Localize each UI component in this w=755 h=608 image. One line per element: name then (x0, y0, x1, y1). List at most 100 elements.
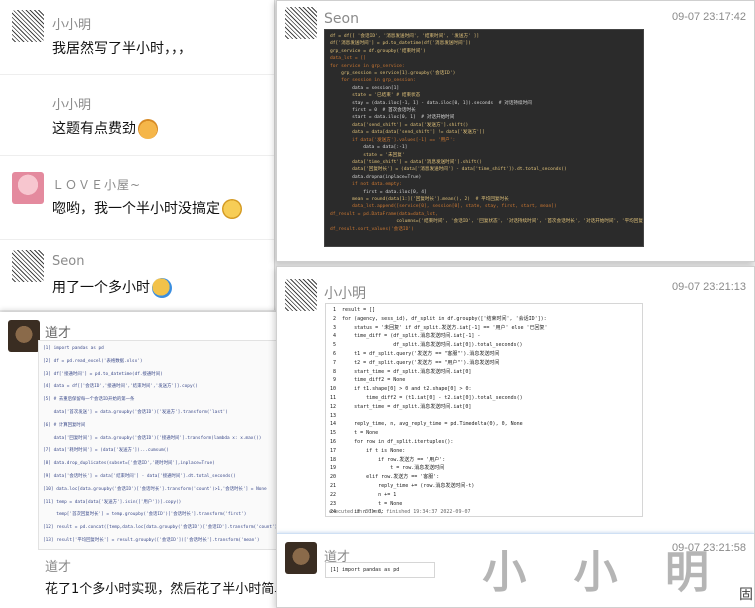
code-line: [5] # 去重后保留每一个会话ID开始的第一条 (43, 397, 135, 403)
laugh-emoji-icon (152, 278, 172, 298)
code-line: data_lst = [] (330, 56, 366, 62)
code-line: 19 t = row.消息发送时间 (330, 465, 445, 472)
execution-note: executed in 301ms, finished 19:34:37 202… (329, 509, 471, 515)
code-screenshot[interactable]: 1 result = [] 2 for (agency, sess_id), d… (325, 303, 643, 517)
code-line: [10] data.loc[data.groupby('会话ID')['会话时长… (43, 486, 267, 492)
message-item: 小小明 这题有点费劲 (0, 86, 274, 156)
code-line: first = 0 # 首次会话时长 (330, 108, 416, 114)
code-line: df_result = pd.DataFrame(data=data_lst, (330, 211, 438, 217)
chat-panel-left: 小小明 我居然写了半小时，，， 小小明 这题有点费劲 ＬＯＶＥ小屋~ 唿哟，我一… (0, 0, 275, 310)
code-line: state = '未回复' (330, 152, 405, 158)
code-line: grp_service = df.groupby('结束时间') (330, 48, 426, 54)
code-line: 11 time_diff2 = (t1.iat[0] - t2.iat[0]).… (330, 394, 523, 401)
code-line: df = df[[ '会话ID', '消息发送时间', '结束时间', '发送方… (330, 34, 480, 39)
message-text-content: 这题有点费劲 (52, 121, 136, 137)
message-text: 用了一个多小时 (52, 277, 172, 298)
code-line: 12 start_time = df_split.消息发送时间.iat[0] (330, 403, 472, 410)
sender-name: 小小明 (52, 98, 92, 113)
sweat-emoji-icon (138, 119, 158, 139)
chat-panel-right-top: Seon 09-07 23:17:42 df = df[[ '会话ID', '消… (276, 0, 755, 262)
code-line: [6] # 计算回复时间 (43, 422, 86, 428)
code-line: data = data[:-1] (330, 145, 408, 151)
sender-name: Seon (52, 254, 85, 269)
code-line: 8 start_time = df_split.消息发送时间.iat[0] (330, 368, 472, 375)
code-line: [14] result.drop_duplicates(subset=['会话I… (43, 548, 274, 549)
avatar[interactable] (8, 320, 40, 352)
code-line: stay = (data.iloc[-1, 1] - data.iloc[0, … (330, 100, 532, 106)
code-line: data_lst.append([service[0], session[0],… (330, 204, 557, 210)
code-line: [13] result['平均回复时长'] = result.groupby([… (43, 537, 260, 543)
avatar[interactable] (285, 7, 317, 39)
code-line: 18 if row.发送方 == '用户': (330, 456, 446, 463)
code-line: [11] temp = data[data['发送方'].isin(['用户']… (43, 499, 182, 505)
code-line: data['time_shift'] = data['消息发送时间'].shif… (330, 159, 483, 165)
code-line: 9 time_diff2 = None (330, 377, 406, 384)
code-line: 14 reply_time, n, avg_reply_time = pd.Ti… (330, 421, 523, 428)
code-line: mean = round(data[1:]['回复时长'].mean(), 2)… (330, 196, 509, 202)
edge-text: 固 (739, 587, 753, 603)
sender-name: 小小明 (52, 18, 92, 33)
cry-emoji-icon (222, 199, 242, 219)
chat-panel-mid: 道才 [1] import pandas as pd [2] df = pd.re… (0, 312, 279, 608)
code-line: for service in grp_service: (330, 63, 405, 69)
code-line: df_result.sort_values('会话ID') (330, 226, 414, 232)
message-text: 这题有点费劲 (52, 118, 158, 139)
message-text: 唿哟，我一个半小时没搞定 (52, 198, 242, 219)
avatar[interactable] (285, 542, 317, 574)
code-line: 5 df_split.消息发送时间.iat[0]).total_seconds(… (330, 342, 523, 349)
avatar[interactable] (12, 250, 44, 282)
code-line: 1 result = [] (330, 307, 376, 313)
message-text-content: 唿哟，我一个半小时没搞定 (52, 201, 220, 217)
code-screenshot[interactable]: df = df[[ '会话ID', '消息发送时间', '结束时间', '发送方… (324, 29, 644, 247)
code-line: 6 t1 = df_split.query('发送方 == "客服"').消息发… (330, 350, 500, 357)
code-line: data['首次发送'] = data.groupby('会话ID')['发送方… (43, 409, 228, 415)
sender-name: ＬＯＶＥ小屋~ (52, 178, 142, 192)
code-line: 2 for (agency, sess_id), df_split in df.… (330, 315, 547, 322)
message-text-content: 用了一个多小时 (52, 280, 150, 296)
sender-name: 道才 (45, 560, 72, 575)
code-line: if not data.empty: (330, 182, 402, 188)
code-screenshot[interactable]: [1] import pandas as pd [2] df = pd.read_… (38, 340, 279, 550)
code-line: [1] import pandas as pd (43, 346, 104, 351)
code-line: [1] import pandas as pd (330, 567, 400, 573)
code-line: [12] result = pd.concat([temp,data.loc[d… (43, 525, 279, 531)
code-screenshot[interactable]: [1] import pandas as pd (325, 562, 435, 578)
code-line: [8] data.drop_duplicates(subset=['会话ID',… (43, 461, 215, 467)
code-line: 21 reply_time += (row.消息发送时间-t) (330, 482, 475, 489)
code-line: temp['首次回复时长'] = temp.groupby('会话ID')['会… (43, 512, 247, 518)
code-line: data['回复时间'] = data.groupby('会话ID')['接通时… (43, 435, 262, 441)
code-line: 20 elif row.发送方 == '客服': (330, 474, 440, 481)
code-line: columns=['结束时间', '会话ID', '回复状态', '对话持续时间… (330, 219, 644, 225)
code-line: 16 for row in df_split.itertuples(): (330, 438, 454, 445)
code-line: state = '已结束' # 结束状态 (330, 93, 421, 99)
message-item: Seon 用了一个多小时 (0, 244, 274, 310)
code-line: 15 t = None (330, 430, 379, 437)
message-text: 我居然写了半小时，，， (52, 41, 192, 57)
code-line: 3 status = '未回复' if df_split.发送方.iat[-1]… (330, 324, 548, 331)
code-line: data = session[1] (330, 85, 400, 91)
code-line: [9] data['会话时长'] = data['结束时间'] - data['… (43, 473, 236, 479)
code-line: [7] data['耗时时间'] = (data['发送方'])...cumsu… (43, 448, 169, 454)
avatar[interactable] (12, 10, 44, 42)
avatar[interactable] (12, 172, 44, 204)
code-line: for session in grp_session: (330, 78, 416, 84)
code-line: 23 t = None (330, 500, 403, 507)
timestamp: 09-07 23:21:13 (671, 281, 746, 293)
code-line: 13 (330, 412, 337, 419)
watermark: 小 小 明 (482, 547, 725, 598)
sender-name: 小小明 (324, 286, 366, 302)
message-text: 花了1个多小时实现，然后花了半小时简单优化代码 (45, 582, 279, 597)
sender-name: 道才 (45, 326, 72, 341)
sender-name: Seon (324, 11, 359, 27)
code-line: 4 time_diff = (df_split.消息发送时间.iat[-1] - (330, 333, 481, 340)
code-line: 7 t2 = df_split.query('发送方 == "用户"').消息发… (330, 359, 500, 366)
code-line: [2] df = pd.read_excel('表格数据.xlsx') (43, 358, 143, 364)
code-line: data['回复时长'] = (data['消息发送时间'] - data['t… (330, 167, 567, 173)
code-line: grp_session = service[1].groupby('会话ID') (330, 71, 456, 77)
code-line: [3] df['接通时间'] = pd.to_datetime(df.接通时间) (43, 371, 163, 377)
avatar[interactable] (285, 279, 317, 311)
code-line: 10 if t1.shape[0] > 0 and t2.shape[0] > … (330, 386, 472, 393)
timestamp: 09-07 23:17:42 (671, 11, 746, 23)
message-item: ＬＯＶＥ小屋~ 唿哟，我一个半小时没搞定 (0, 162, 274, 240)
code-line: 22 n += 1 (330, 491, 397, 498)
